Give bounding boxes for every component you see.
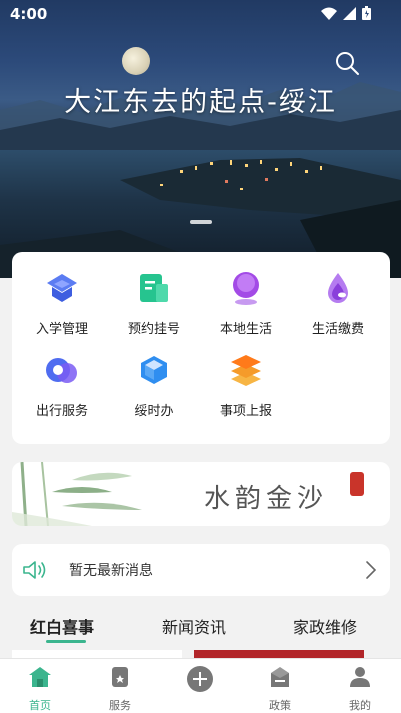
notice-message: 暂无最新消息 — [69, 563, 153, 579]
seal-stamp — [350, 472, 364, 496]
notice-bar[interactable]: 暂无最新消息 — [12, 544, 390, 596]
service-box[interactable]: 绥时办 — [109, 352, 199, 419]
add-icon — [187, 666, 213, 692]
status-icons — [321, 6, 371, 20]
battery-icon — [362, 6, 371, 20]
banner-text: 水韵金沙 — [204, 484, 329, 514]
status-bar: 4:00 — [0, 0, 401, 28]
service-payment[interactable]: 生活缴费 — [293, 270, 383, 337]
hero-title: 大江东去的起点-绥江 — [64, 87, 337, 118]
nav-policy[interactable]: 政策 — [250, 665, 310, 713]
moon-graphic — [122, 47, 150, 75]
service-label: 绥时办 — [134, 404, 174, 419]
policy-icon — [271, 667, 289, 687]
service-label: 本地生活 — [219, 322, 272, 337]
travel-icon — [46, 358, 77, 383]
nav-home[interactable]: 首页 — [10, 665, 70, 713]
tab-housekeeping[interactable]: 家政维修 — [293, 614, 357, 638]
service-label: 事项上报 — [219, 404, 272, 419]
bamboo-graphic — [12, 462, 142, 526]
service-travel[interactable]: 出行服务 — [17, 352, 107, 419]
carousel-indicator — [190, 220, 212, 224]
nav-services[interactable]: 服务 — [90, 665, 150, 713]
home-icon — [29, 667, 51, 687]
nav-profile[interactable]: 我的 — [330, 665, 390, 713]
status-time: 4:00 — [10, 5, 48, 23]
bottom-nav: 首页 服务 政策 我的 — [0, 658, 401, 713]
tab-underline — [46, 640, 86, 643]
service-registration[interactable]: 预约挂号 — [109, 270, 199, 337]
service-label: 出行服务 — [35, 404, 88, 419]
search-icon[interactable] — [334, 50, 360, 76]
services-icon — [112, 667, 128, 687]
report-icon — [231, 355, 261, 386]
payment-icon — [328, 273, 348, 303]
nav-add[interactable] — [170, 665, 230, 697]
signal-icon — [343, 6, 356, 20]
nav-label: 服务 — [109, 699, 131, 712]
nav-label: 我的 — [349, 699, 371, 712]
services-card: 入学管理 预约挂号 本地生活 生活缴费 出行服务 绥时办 事项上报 — [12, 252, 390, 444]
service-label: 生活缴费 — [311, 322, 364, 337]
user-icon — [350, 667, 370, 687]
speaker-icon — [23, 561, 46, 579]
service-education[interactable]: 入学管理 — [17, 270, 107, 337]
local-life-icon — [233, 272, 259, 305]
nav-label: 首页 — [29, 699, 51, 712]
service-label: 预约挂号 — [127, 322, 180, 337]
education-icon — [47, 274, 77, 302]
hero-banner[interactable]: 4:00 大江东去的起点-绥江 — [0, 0, 401, 278]
registration-icon — [140, 274, 168, 302]
service-local-life[interactable]: 本地生活 — [201, 270, 291, 337]
category-tabs: 红白喜事 新闻资讯 家政维修 — [0, 606, 401, 646]
tab-news[interactable]: 新闻资讯 — [162, 614, 226, 638]
tab-wedding-funeral[interactable]: 红白喜事 — [30, 614, 94, 638]
nav-label: 政策 — [269, 699, 291, 712]
service-box-icon — [141, 356, 167, 384]
chevron-right-icon[interactable] — [364, 558, 378, 582]
promo-banner[interactable]: 水韵金沙 — [12, 462, 390, 526]
service-label: 入学管理 — [35, 322, 88, 337]
service-report[interactable]: 事项上报 — [201, 352, 291, 419]
wifi-icon — [321, 7, 337, 20]
